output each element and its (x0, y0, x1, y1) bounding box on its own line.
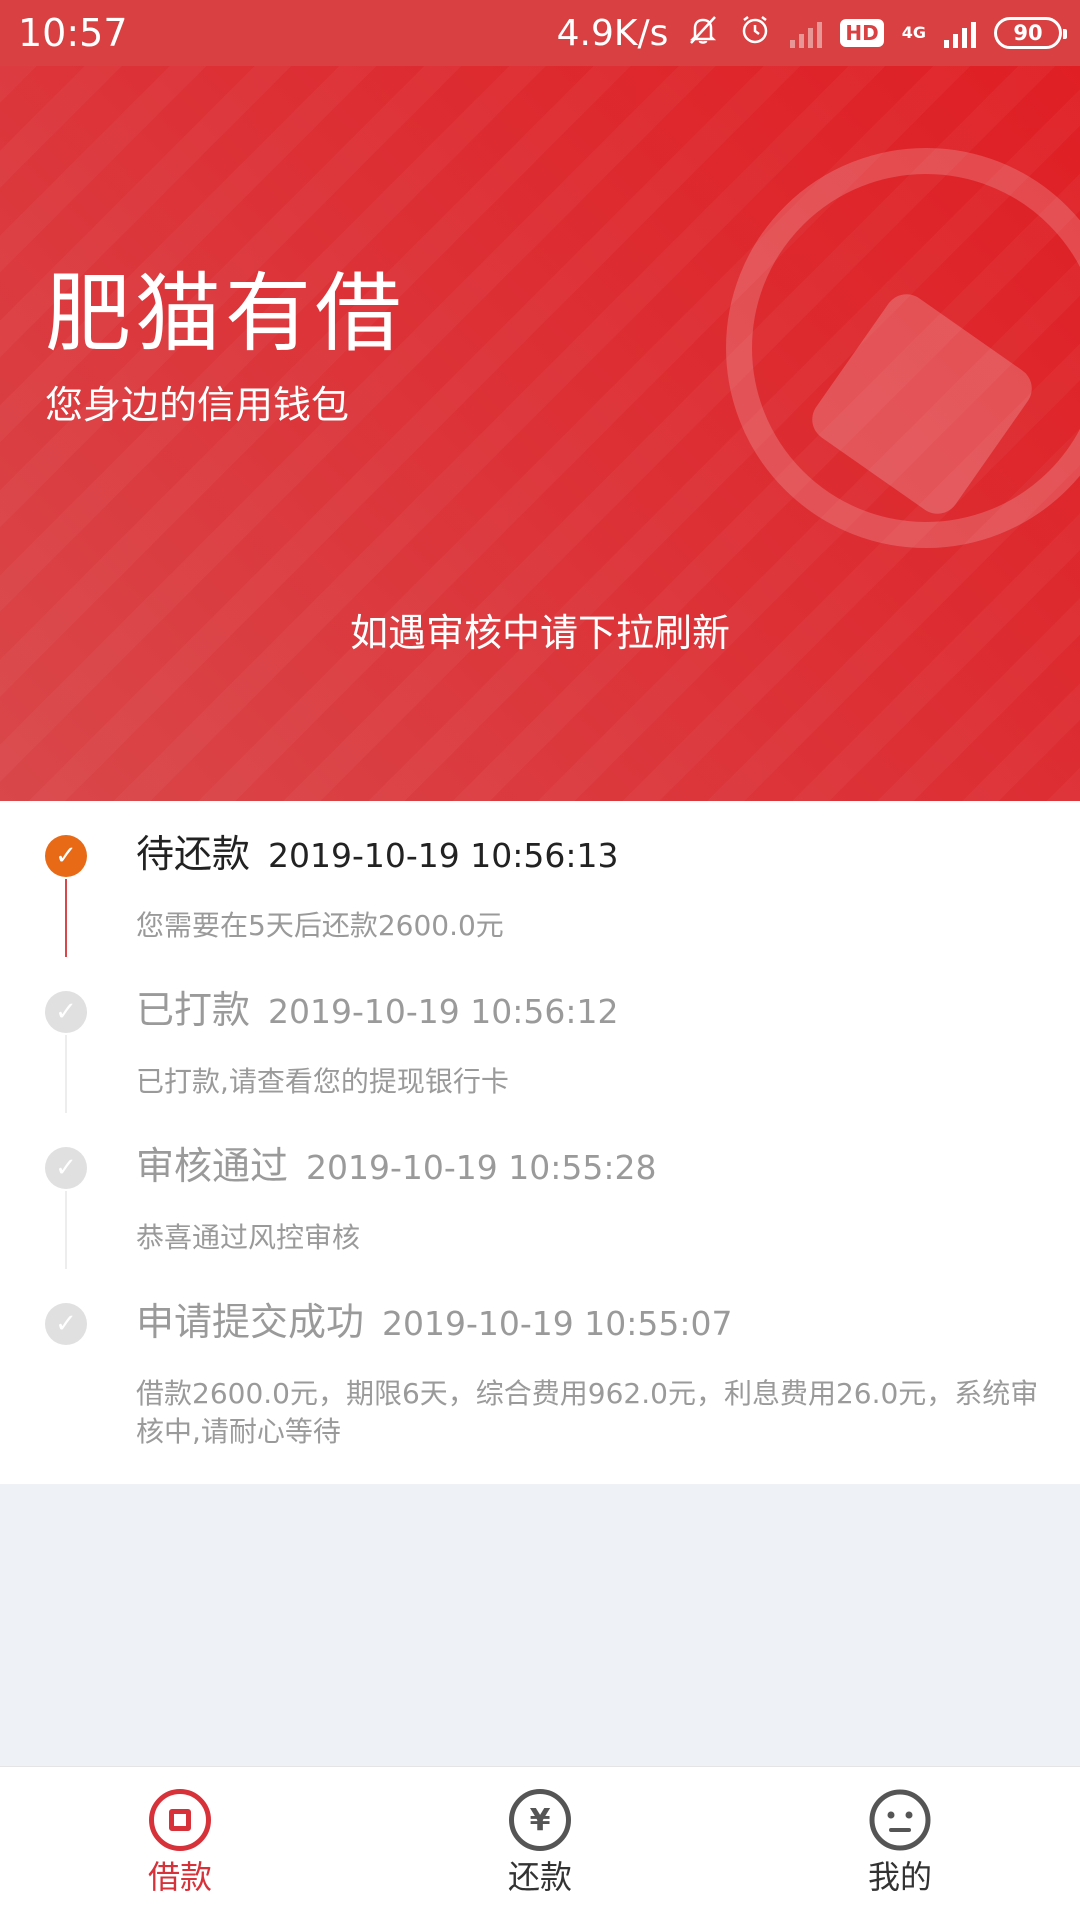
bottom-nav: 借款 ¥ 还款 我的 (0, 1766, 1080, 1920)
battery-icon: 90 (994, 17, 1067, 49)
timeline-item-time: 2019-10-19 10:56:13 (268, 836, 619, 875)
app-title: 肥猫有借 (45, 264, 405, 364)
nav-label: 还款 (507, 1858, 572, 1896)
nav-item-profile[interactable]: 我的 (720, 1767, 1080, 1920)
timeline-connector (65, 1035, 67, 1113)
timeline-connector (65, 879, 67, 957)
nav-item-repay[interactable]: ¥ 还款 (360, 1767, 720, 1920)
timeline-item-time: 2019-10-19 10:55:07 (382, 1304, 733, 1343)
timeline-item-header: 已打款 2019-10-19 10:56:12 (136, 991, 619, 1029)
nav-item-loan[interactable]: 借款 (0, 1767, 360, 1920)
timeline-item-header: 待还款 2019-10-19 10:56:13 (136, 835, 619, 873)
refresh-hint: 如遇审核中请下拉刷新 (349, 611, 730, 655)
status-bar: 10:57 4.9K/s HD 4G 90 (0, 0, 1080, 66)
network-speed: 4.9K/s (556, 12, 669, 54)
timeline-item-desc: 您需要在5天后还款2600.0元 (136, 909, 504, 942)
loan-icon (149, 1789, 211, 1851)
check-icon: ✓ (45, 991, 87, 1033)
timeline-item-time: 2019-10-19 10:55:28 (306, 1148, 657, 1187)
status-icons: 4.9K/s HD 4G 90 (556, 12, 1067, 54)
check-icon: ✓ (45, 835, 87, 877)
nav-label: 借款 (147, 1858, 212, 1896)
hd-badge: HD (840, 19, 884, 47)
timeline-item-title: 审核通过 (136, 1144, 289, 1188)
status-time: 10:57 (18, 11, 128, 55)
alarm-icon (738, 13, 772, 53)
timeline-item-header: 申请提交成功 2019-10-19 10:55:07 (136, 1303, 733, 1341)
app-subtitle: 您身边的信用钱包 (45, 383, 350, 427)
timeline-item-title: 已打款 (136, 988, 251, 1032)
timeline-connector (65, 1191, 67, 1269)
profile-icon (869, 1789, 931, 1851)
signal-sim2-icon (944, 18, 976, 48)
timeline-item-title: 待还款 (136, 832, 251, 876)
timeline-item-header: 审核通过 2019-10-19 10:55:28 (136, 1147, 657, 1185)
mute-bell-icon (686, 13, 720, 53)
check-icon: ✓ (45, 1147, 87, 1189)
battery-level: 90 (1013, 21, 1043, 45)
nav-label: 我的 (867, 1858, 932, 1896)
timeline-item-desc: 借款2600.0元，期限6天，综合费用962.0元，利息费用26.0元，系统审核… (136, 1377, 1039, 1448)
loan-status-timeline: ✓ 待还款 2019-10-19 10:56:13 您需要在5天后还款2600.… (0, 801, 1080, 1484)
hero-banner: 肥猫有借 您身边的信用钱包 如遇审核中请下拉刷新 (0, 66, 1080, 801)
timeline-item-title: 申请提交成功 (136, 1300, 365, 1344)
signal-sim1-icon (790, 18, 823, 48)
check-icon: ✓ (45, 1303, 87, 1345)
repay-icon: ¥ (509, 1789, 571, 1851)
timeline-item-time: 2019-10-19 10:56:12 (268, 992, 619, 1031)
timeline-item-desc: 恭喜通过风控审核 (136, 1221, 361, 1254)
network-type: 4G (901, 23, 926, 42)
timeline-item-desc: 已打款,请查看您的提现银行卡 (136, 1065, 509, 1098)
